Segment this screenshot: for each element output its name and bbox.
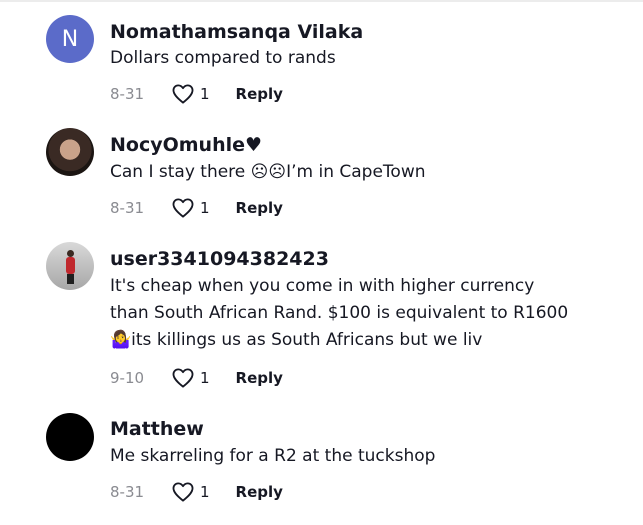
comment-meta: 8-31 1 Reply [110, 196, 283, 220]
comment-username[interactable]: NocyOmuhle♥ [110, 133, 262, 157]
reply-button[interactable]: Reply [236, 483, 283, 501]
like-button[interactable]: 1 [172, 198, 210, 218]
avatar-figure [66, 257, 75, 274]
like-count: 1 [200, 369, 210, 387]
like-button[interactable]: 1 [172, 368, 210, 388]
heart-outline-icon [172, 482, 194, 502]
like-button[interactable]: 1 [172, 482, 210, 502]
comment-meta: 8-31 1 Reply [110, 82, 283, 106]
comment-meta: 8-31 1 Reply [110, 480, 283, 504]
reply-button[interactable]: Reply [236, 369, 283, 387]
avatar[interactable] [46, 128, 94, 176]
reply-button[interactable]: Reply [236, 85, 283, 103]
comment-date: 8-31 [110, 199, 145, 217]
comment-text: Me skarreling for a R2 at the tuckshop [110, 446, 436, 466]
comment-username[interactable]: Matthew [110, 417, 204, 441]
comment-meta: 9-10 1 Reply [110, 366, 283, 390]
reply-button[interactable]: Reply [236, 199, 283, 217]
avatar[interactable] [46, 413, 94, 461]
avatar[interactable] [46, 242, 94, 290]
comment-text: Dollars compared to rands [110, 48, 336, 68]
heart-outline-icon [172, 198, 194, 218]
heart-outline-icon [172, 84, 194, 104]
like-count: 1 [200, 199, 210, 217]
comment-username[interactable]: user3341094382423 [110, 247, 329, 271]
like-button[interactable]: 1 [172, 84, 210, 104]
avatar-figure [67, 274, 74, 284]
avatar[interactable]: N [46, 15, 94, 63]
heart-outline-icon [172, 368, 194, 388]
top-divider [0, 0, 643, 2]
comment-date: 8-31 [110, 483, 145, 501]
like-count: 1 [200, 483, 210, 501]
comment-text: Can I stay there ☹☹I’m in CapeTown [110, 162, 426, 182]
avatar-figure [67, 250, 74, 257]
comment-text: It's cheap when you come in with higher … [110, 276, 569, 350]
like-count: 1 [200, 85, 210, 103]
comment-date: 9-10 [110, 369, 145, 387]
comment-date: 8-31 [110, 85, 145, 103]
comment-username[interactable]: Nomathamsanqa Vilaka [110, 20, 363, 44]
